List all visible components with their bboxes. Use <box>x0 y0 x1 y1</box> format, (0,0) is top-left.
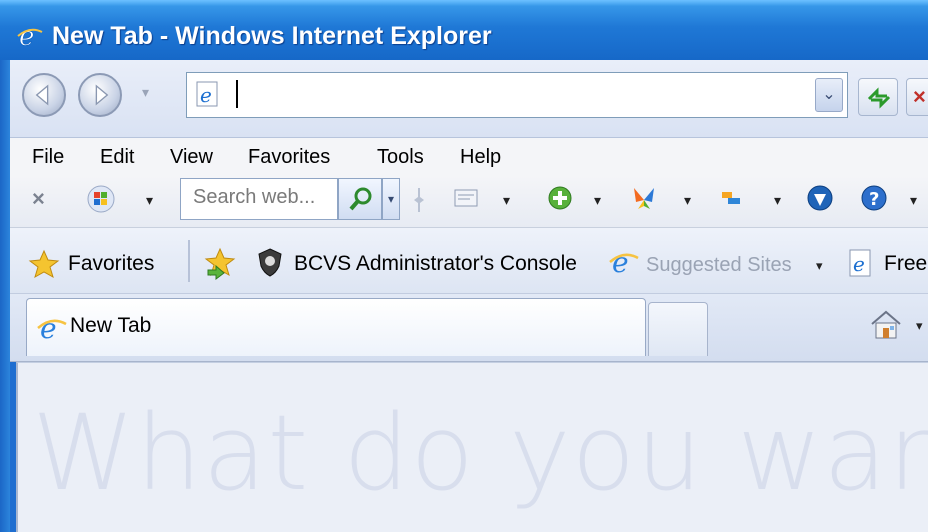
menu-file[interactable]: File <box>32 146 64 169</box>
windows-logo-icon[interactable] <box>84 184 118 214</box>
ie-logo-icon: e <box>36 312 68 345</box>
favorites-separator <box>188 240 190 282</box>
home-dropdown-icon[interactable]: ▾ <box>916 318 923 334</box>
svg-text:e: e <box>200 83 212 107</box>
close-toolbar-icon[interactable]: × <box>32 186 45 212</box>
help-dropdown-icon[interactable]: ▾ <box>910 192 917 209</box>
menu-view[interactable]: View <box>170 146 213 169</box>
text-caret <box>236 80 238 108</box>
messenger-dropdown-icon[interactable]: ▾ <box>684 192 691 209</box>
favorite-bcvs-console-link[interactable]: BCVS Administrator's Console <box>294 252 577 276</box>
recent-pages-dropdown-icon[interactable]: ▾ <box>142 84 149 101</box>
tab-label: New Tab <box>70 314 152 337</box>
ie-logo-icon: e <box>16 22 44 52</box>
favorites-button[interactable]: Favorites <box>68 252 154 276</box>
feeds-dropdown-icon[interactable]: ▾ <box>503 192 510 209</box>
windows-live-icon[interactable] <box>716 182 748 214</box>
ie-logo-icon: e <box>608 246 640 279</box>
back-button[interactable] <box>22 73 66 117</box>
page-icon: e <box>194 80 222 108</box>
favorite-free-link[interactable]: Free <box>884 252 927 276</box>
search-options-dropdown-icon[interactable]: ▾ <box>382 178 400 220</box>
favorites-star-icon[interactable] <box>28 248 60 280</box>
window-left-border <box>0 60 10 532</box>
windows-menu-dropdown-icon[interactable]: ▾ <box>146 192 153 209</box>
new-tab-button[interactable] <box>648 302 708 356</box>
page-icon: e <box>846 248 876 278</box>
svg-text:e: e <box>612 246 629 278</box>
home-icon[interactable] <box>866 304 906 342</box>
add-icon[interactable] <box>544 182 576 214</box>
new-tab-headline: What do you war <box>32 392 928 514</box>
search-placeholder: Search web... <box>193 186 316 208</box>
windows-live-dropdown-icon[interactable]: ▾ <box>774 192 781 209</box>
title-bar-highlight <box>0 0 928 6</box>
menu-tools[interactable]: Tools <box>377 146 424 169</box>
stop-button[interactable]: × <box>906 78 928 116</box>
refresh-button[interactable] <box>858 78 898 116</box>
svg-text:e: e <box>853 252 865 276</box>
research-icon[interactable] <box>804 182 836 214</box>
svg-text:?: ? <box>869 189 879 210</box>
address-dropdown-button[interactable]: ⌄ <box>815 78 843 112</box>
feeds-window-icon[interactable] <box>450 182 482 214</box>
toolbar-grip-icon[interactable] <box>410 184 428 216</box>
suggested-sites-dropdown-icon[interactable]: ▾ <box>816 258 823 274</box>
svg-text:e: e <box>40 312 57 344</box>
help-icon[interactable]: ? <box>858 182 890 214</box>
forward-button[interactable] <box>78 73 122 117</box>
window-title: New Tab - Windows Internet Explorer <box>52 22 492 50</box>
suggested-sites-link[interactable]: Suggested Sites <box>646 254 792 277</box>
add-to-favorites-bar-icon[interactable] <box>202 246 238 280</box>
address-input[interactable] <box>186 72 848 118</box>
menu-edit[interactable]: Edit <box>100 146 134 169</box>
svg-text:e: e <box>19 22 34 50</box>
messenger-butterfly-icon[interactable] <box>628 182 660 214</box>
shield-icon <box>254 246 286 278</box>
menu-favorites[interactable]: Favorites <box>248 146 330 169</box>
menu-help[interactable]: Help <box>460 146 501 169</box>
add-dropdown-icon[interactable]: ▾ <box>594 192 601 209</box>
search-button[interactable] <box>338 178 382 220</box>
